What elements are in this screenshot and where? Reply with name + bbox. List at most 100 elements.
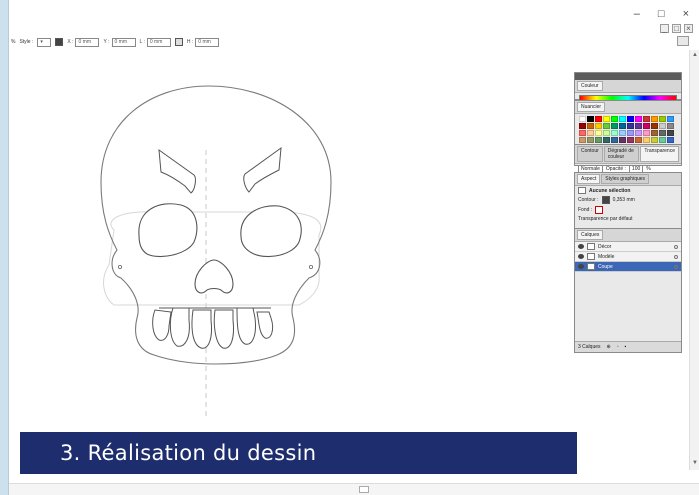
color-swatch[interactable] [635,116,642,122]
document-controls: _ □ × [660,24,693,33]
color-swatch[interactable] [579,130,586,136]
color-swatch[interactable] [627,123,634,129]
tab-color[interactable]: Couleur [577,81,603,91]
layer-row[interactable]: Décor [575,242,681,252]
color-swatch[interactable] [603,116,610,122]
color-swatch[interactable] [619,130,626,136]
tab-gradient[interactable]: Dégradé de couleur [603,146,640,162]
panel-titlebar[interactable] [575,73,681,80]
y-field[interactable]: Y : 0 mm [103,37,136,47]
new-layer-icon[interactable]: ▫ [617,344,619,350]
color-swatch[interactable] [619,123,626,129]
color-swatch[interactable] [643,137,650,143]
color-swatch[interactable] [627,130,634,136]
color-swatch[interactable] [651,130,658,136]
layer-name: Décor [598,243,612,250]
link-proportions-icon[interactable] [174,38,183,46]
color-swatch[interactable] [651,116,658,122]
color-swatch[interactable] [611,123,618,129]
color-swatch[interactable] [587,116,594,122]
target-circle-icon[interactable] [674,264,678,269]
color-swatch[interactable] [579,123,586,129]
new-sublayer-icon[interactable]: ⊕ [607,344,611,350]
color-swatch[interactable] [667,137,674,143]
color-swatch[interactable] [643,116,650,122]
color-swatch[interactable] [659,137,666,143]
fill-label: Fond : [578,207,593,213]
color-swatch[interactable] [611,116,618,122]
color-swatch[interactable] [587,137,594,143]
layer-name: Modèle [598,253,615,260]
color-swatch[interactable] [619,137,626,143]
close-button[interactable]: × [683,8,689,20]
height-field[interactable]: H : 0 mm [187,37,220,47]
horizontal-scroll-thumb[interactable] [359,486,369,493]
doc-restore-icon[interactable]: □ [672,24,681,33]
color-swatch[interactable] [667,130,674,136]
color-swatch[interactable] [659,123,666,129]
vertical-scrollbar[interactable]: ▲ ▼ [689,50,699,470]
target-circle-icon[interactable] [674,254,678,259]
color-swatch[interactable] [579,116,586,122]
right-eye [240,205,302,258]
color-swatch[interactable] [627,116,634,122]
visibility-eye-icon[interactable] [578,254,584,259]
width-field[interactable]: L : 0 mm [140,37,171,47]
color-swatch[interactable] [659,130,666,136]
color-swatch[interactable] [651,123,658,129]
color-swatch[interactable] [635,137,642,143]
tab-swatches[interactable]: Nuancier [577,102,606,112]
style-dropdown[interactable]: ▾ [37,37,52,47]
horizontal-scrollbar[interactable] [9,483,699,495]
visibility-eye-icon[interactable] [578,244,584,249]
color-swatch[interactable] [595,116,602,122]
color-swatch[interactable] [595,123,602,129]
tab-layers[interactable]: Calques [577,230,604,240]
color-swatch[interactable] [643,123,650,129]
color-swatch[interactable] [603,130,610,136]
align-icon[interactable] [55,38,64,46]
tab-appearance[interactable]: Aspect [577,174,601,184]
tab-stroke[interactable]: Contour [577,146,603,162]
tab-transparency[interactable]: Transparence [640,146,679,162]
control-bar: % Style : ▾ X : 0 mm Y : 0 mm L : 0 mm H… [9,34,669,50]
layer-row[interactable]: Modèle [575,252,681,262]
artboard-canvas[interactable] [9,50,569,430]
doc-minimize-icon[interactable]: _ [660,24,669,33]
color-swatch[interactable] [611,137,618,143]
color-swatch[interactable] [635,130,642,136]
doc-close-icon[interactable]: × [684,24,693,33]
x-field[interactable]: X : 0 mm [67,37,100,47]
default-transparency[interactable]: Transparence par défaut [578,216,633,222]
color-swatch[interactable] [587,130,594,136]
color-swatch[interactable] [603,123,610,129]
color-swatch[interactable] [659,116,666,122]
color-swatch[interactable] [667,123,674,129]
fill-none-swatch[interactable] [595,206,604,214]
color-swatch[interactable] [667,116,674,122]
color-swatch[interactable] [635,123,642,129]
layer-row[interactable]: Coupe [575,262,681,272]
color-swatch[interactable] [595,130,602,136]
color-swatch[interactable] [595,137,602,143]
stroke-swatch[interactable] [601,196,610,204]
color-swatch[interactable] [611,130,618,136]
color-swatch[interactable] [619,116,626,122]
delete-layer-icon[interactable]: ▪ [625,344,627,350]
scroll-down-icon[interactable]: ▼ [691,460,699,468]
scroll-up-icon[interactable]: ▲ [691,52,699,60]
color-swatch[interactable] [627,137,634,143]
layer-list: Décor Modèle Coupe [575,242,681,272]
panel-toggle-icon[interactable] [677,36,689,46]
color-swatch[interactable] [603,137,610,143]
minimize-button[interactable]: – [634,8,640,20]
maximize-button[interactable]: □ [658,8,665,20]
color-swatch[interactable] [643,130,650,136]
visibility-eye-icon[interactable] [578,264,584,269]
transparency-panel: Contour Dégradé de couleur Transparence … [574,144,682,173]
tab-graphic-styles[interactable]: Styles graphiques [601,174,650,184]
color-swatch[interactable] [579,137,586,143]
color-swatch[interactable] [651,137,658,143]
color-swatch[interactable] [587,123,594,129]
target-circle-icon[interactable] [674,244,678,249]
